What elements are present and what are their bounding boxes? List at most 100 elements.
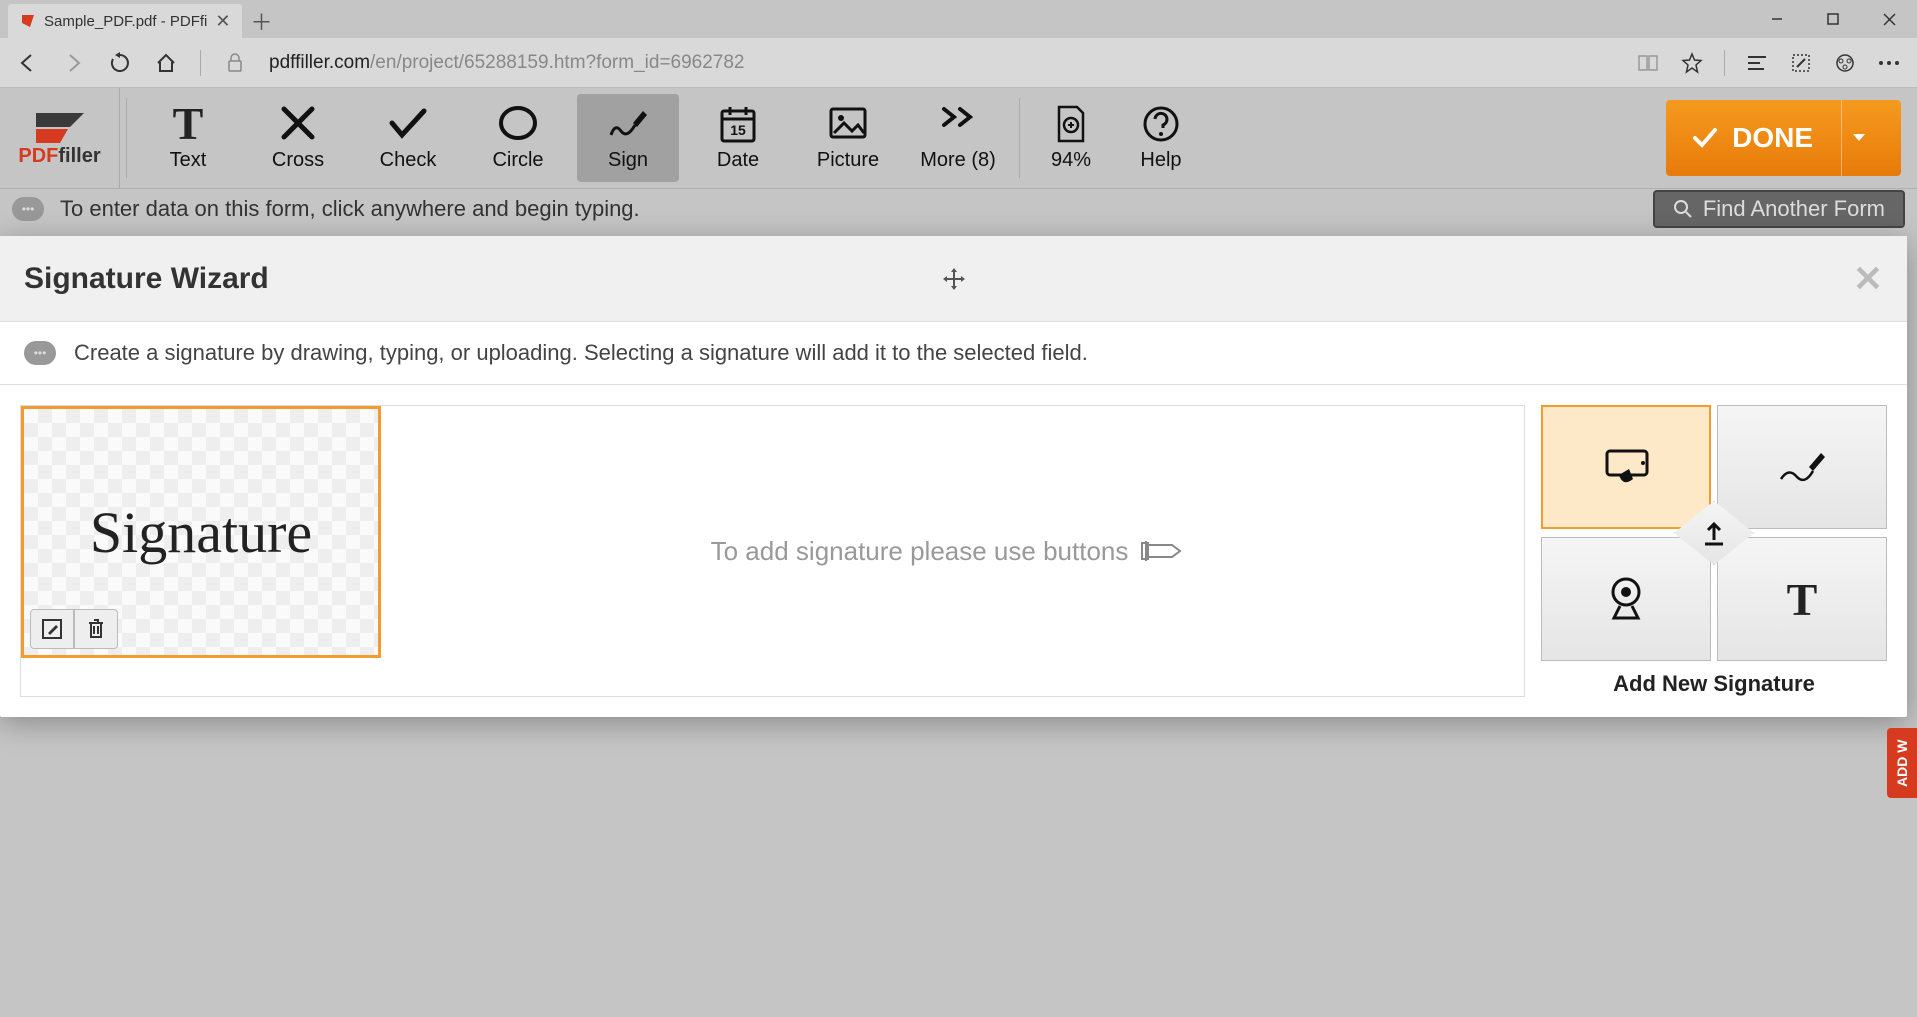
tool-date[interactable]: 15 Date xyxy=(683,88,793,188)
sign-icon xyxy=(605,105,651,143)
modal-body: Signature To add signature please use bu… xyxy=(0,385,1907,717)
done-button[interactable]: DONE xyxy=(1666,100,1901,176)
find-another-form-button[interactable]: Find Another Form xyxy=(1653,190,1905,228)
url-path: /en/project/65288159.htm?form_id=6962782 xyxy=(370,52,744,73)
cross-icon xyxy=(280,105,316,143)
pen-draw-icon xyxy=(1775,447,1829,487)
tool-check[interactable]: Check xyxy=(353,88,463,188)
help-icon xyxy=(1142,105,1180,143)
tool-circle[interactable]: Circle xyxy=(463,88,573,188)
edit-signature-button[interactable] xyxy=(30,609,74,649)
notes-icon[interactable] xyxy=(1789,51,1813,75)
more-menu-icon[interactable] xyxy=(1877,51,1901,75)
search-icon xyxy=(1673,199,1693,219)
modal-close-button[interactable]: ✕ xyxy=(1853,258,1883,300)
more-chevrons-icon xyxy=(938,105,978,143)
modal-subtitle-row: ••• Create a signature by drawing, typin… xyxy=(0,322,1907,385)
move-handle-icon[interactable] xyxy=(941,266,967,292)
zoom-doc-icon xyxy=(1053,105,1089,143)
check-icon xyxy=(388,105,428,143)
hub-icon[interactable] xyxy=(1745,51,1769,75)
signature-preview: Signature xyxy=(90,499,312,566)
add-signature-label: Add New Signature xyxy=(1613,671,1815,697)
calendar-icon: 15 xyxy=(718,105,758,143)
type-signature-button[interactable]: T xyxy=(1717,537,1887,661)
tool-label: Cross xyxy=(272,149,324,172)
home-button[interactable] xyxy=(154,51,178,75)
divider xyxy=(200,50,201,76)
circle-icon xyxy=(498,105,538,143)
url-host: pdffiller.com xyxy=(269,52,370,73)
favorite-star-icon[interactable] xyxy=(1680,51,1704,75)
add-side-tab[interactable]: ADD W xyxy=(1887,728,1917,798)
tool-label: Help xyxy=(1140,149,1181,172)
share-icon[interactable] xyxy=(1833,51,1857,75)
modal-subtitle: Create a signature by drawing, typing, o… xyxy=(74,340,1088,366)
window-controls xyxy=(1749,0,1917,38)
pdffiller-favicon-icon xyxy=(20,13,36,29)
tool-label: Circle xyxy=(492,149,543,172)
tool-label: Date xyxy=(717,149,759,172)
app-toolbar: PDFfiller T Text Cross Check Circle Sign… xyxy=(0,88,1917,188)
modal-header: Signature Wizard ✕ xyxy=(0,236,1907,322)
tab-title: Sample_PDF.pdf - PDFfi xyxy=(44,13,207,30)
tool-label: Picture xyxy=(817,149,879,172)
window-maximize-button[interactable] xyxy=(1805,0,1861,38)
reading-view-icon[interactable] xyxy=(1636,51,1660,75)
back-button[interactable] xyxy=(16,51,40,75)
zoom-level: 94% xyxy=(1051,149,1091,172)
tool-zoom[interactable]: 94% xyxy=(1026,88,1116,188)
tool-label: Text xyxy=(170,149,207,172)
find-form-label: Find Another Form xyxy=(1703,196,1885,222)
hint-bubble-icon: ••• xyxy=(12,197,44,221)
app-logo[interactable]: PDFfiller xyxy=(0,88,120,188)
window-close-button[interactable] xyxy=(1861,0,1917,38)
forward-button[interactable] xyxy=(62,51,86,75)
edit-icon xyxy=(41,618,63,640)
pdffiller-logo-icon xyxy=(30,109,90,145)
new-tab-button[interactable]: ＋ xyxy=(242,4,280,38)
upload-icon xyxy=(1699,518,1729,548)
tab-close-icon[interactable]: ✕ xyxy=(215,11,230,32)
browser-address-bar: pdffiller.com/en/project/65288159.htm?fo… xyxy=(0,38,1917,88)
webcam-icon xyxy=(1606,576,1646,622)
browser-tab-strip: Sample_PDF.pdf - PDFfi ✕ ＋ xyxy=(0,0,1917,38)
tool-label: More (8) xyxy=(920,149,996,172)
tool-text[interactable]: T Text xyxy=(133,88,243,188)
signature-card[interactable]: Signature xyxy=(21,406,381,658)
type-text-icon: T xyxy=(1787,573,1818,626)
browser-tab[interactable]: Sample_PDF.pdf - PDFfi ✕ xyxy=(8,4,242,38)
hint-bubble-icon: ••• xyxy=(24,341,56,365)
tool-label: Check xyxy=(380,149,437,172)
tool-picture[interactable]: Picture xyxy=(793,88,903,188)
picture-icon xyxy=(828,105,868,143)
hint-bar: ••• To enter data on this form, click an… xyxy=(0,188,1917,228)
tool-sign[interactable]: Sign xyxy=(577,94,679,182)
modal-title: Signature Wizard xyxy=(24,262,269,296)
pointing-hand-icon xyxy=(1140,533,1194,569)
draw-signature-button[interactable] xyxy=(1717,405,1887,529)
tool-cross[interactable]: Cross xyxy=(243,88,353,188)
window-minimize-button[interactable] xyxy=(1749,0,1805,38)
addr-right-controls xyxy=(1636,50,1901,76)
phone-hand-icon xyxy=(1599,447,1653,487)
signature-list: Signature To add signature please use bu… xyxy=(20,405,1525,697)
done-label: DONE xyxy=(1732,122,1813,154)
tool-label: Sign xyxy=(608,149,648,172)
done-dropdown[interactable] xyxy=(1841,100,1875,176)
app-logo-text: PDFfiller xyxy=(18,145,100,168)
hint-text: To enter data on this form, click anywhe… xyxy=(60,196,640,222)
capture-mobile-button[interactable] xyxy=(1541,405,1711,529)
text-icon: T xyxy=(173,105,204,143)
refresh-button[interactable] xyxy=(108,51,132,75)
tool-help[interactable]: Help xyxy=(1116,88,1206,188)
add-signature-options: T xyxy=(1541,405,1887,661)
signature-wizard-modal: Signature Wizard ✕ ••• Create a signatur… xyxy=(0,236,1907,717)
signature-prompt: To add signature please use buttons xyxy=(381,406,1524,696)
prompt-text: To add signature please use buttons xyxy=(711,536,1129,567)
tool-more[interactable]: More (8) xyxy=(903,88,1013,188)
divider xyxy=(1724,50,1725,76)
webcam-signature-button[interactable] xyxy=(1541,537,1711,661)
delete-signature-button[interactable] xyxy=(74,609,118,649)
url-display[interactable]: pdffiller.com/en/project/65288159.htm?fo… xyxy=(269,52,745,74)
